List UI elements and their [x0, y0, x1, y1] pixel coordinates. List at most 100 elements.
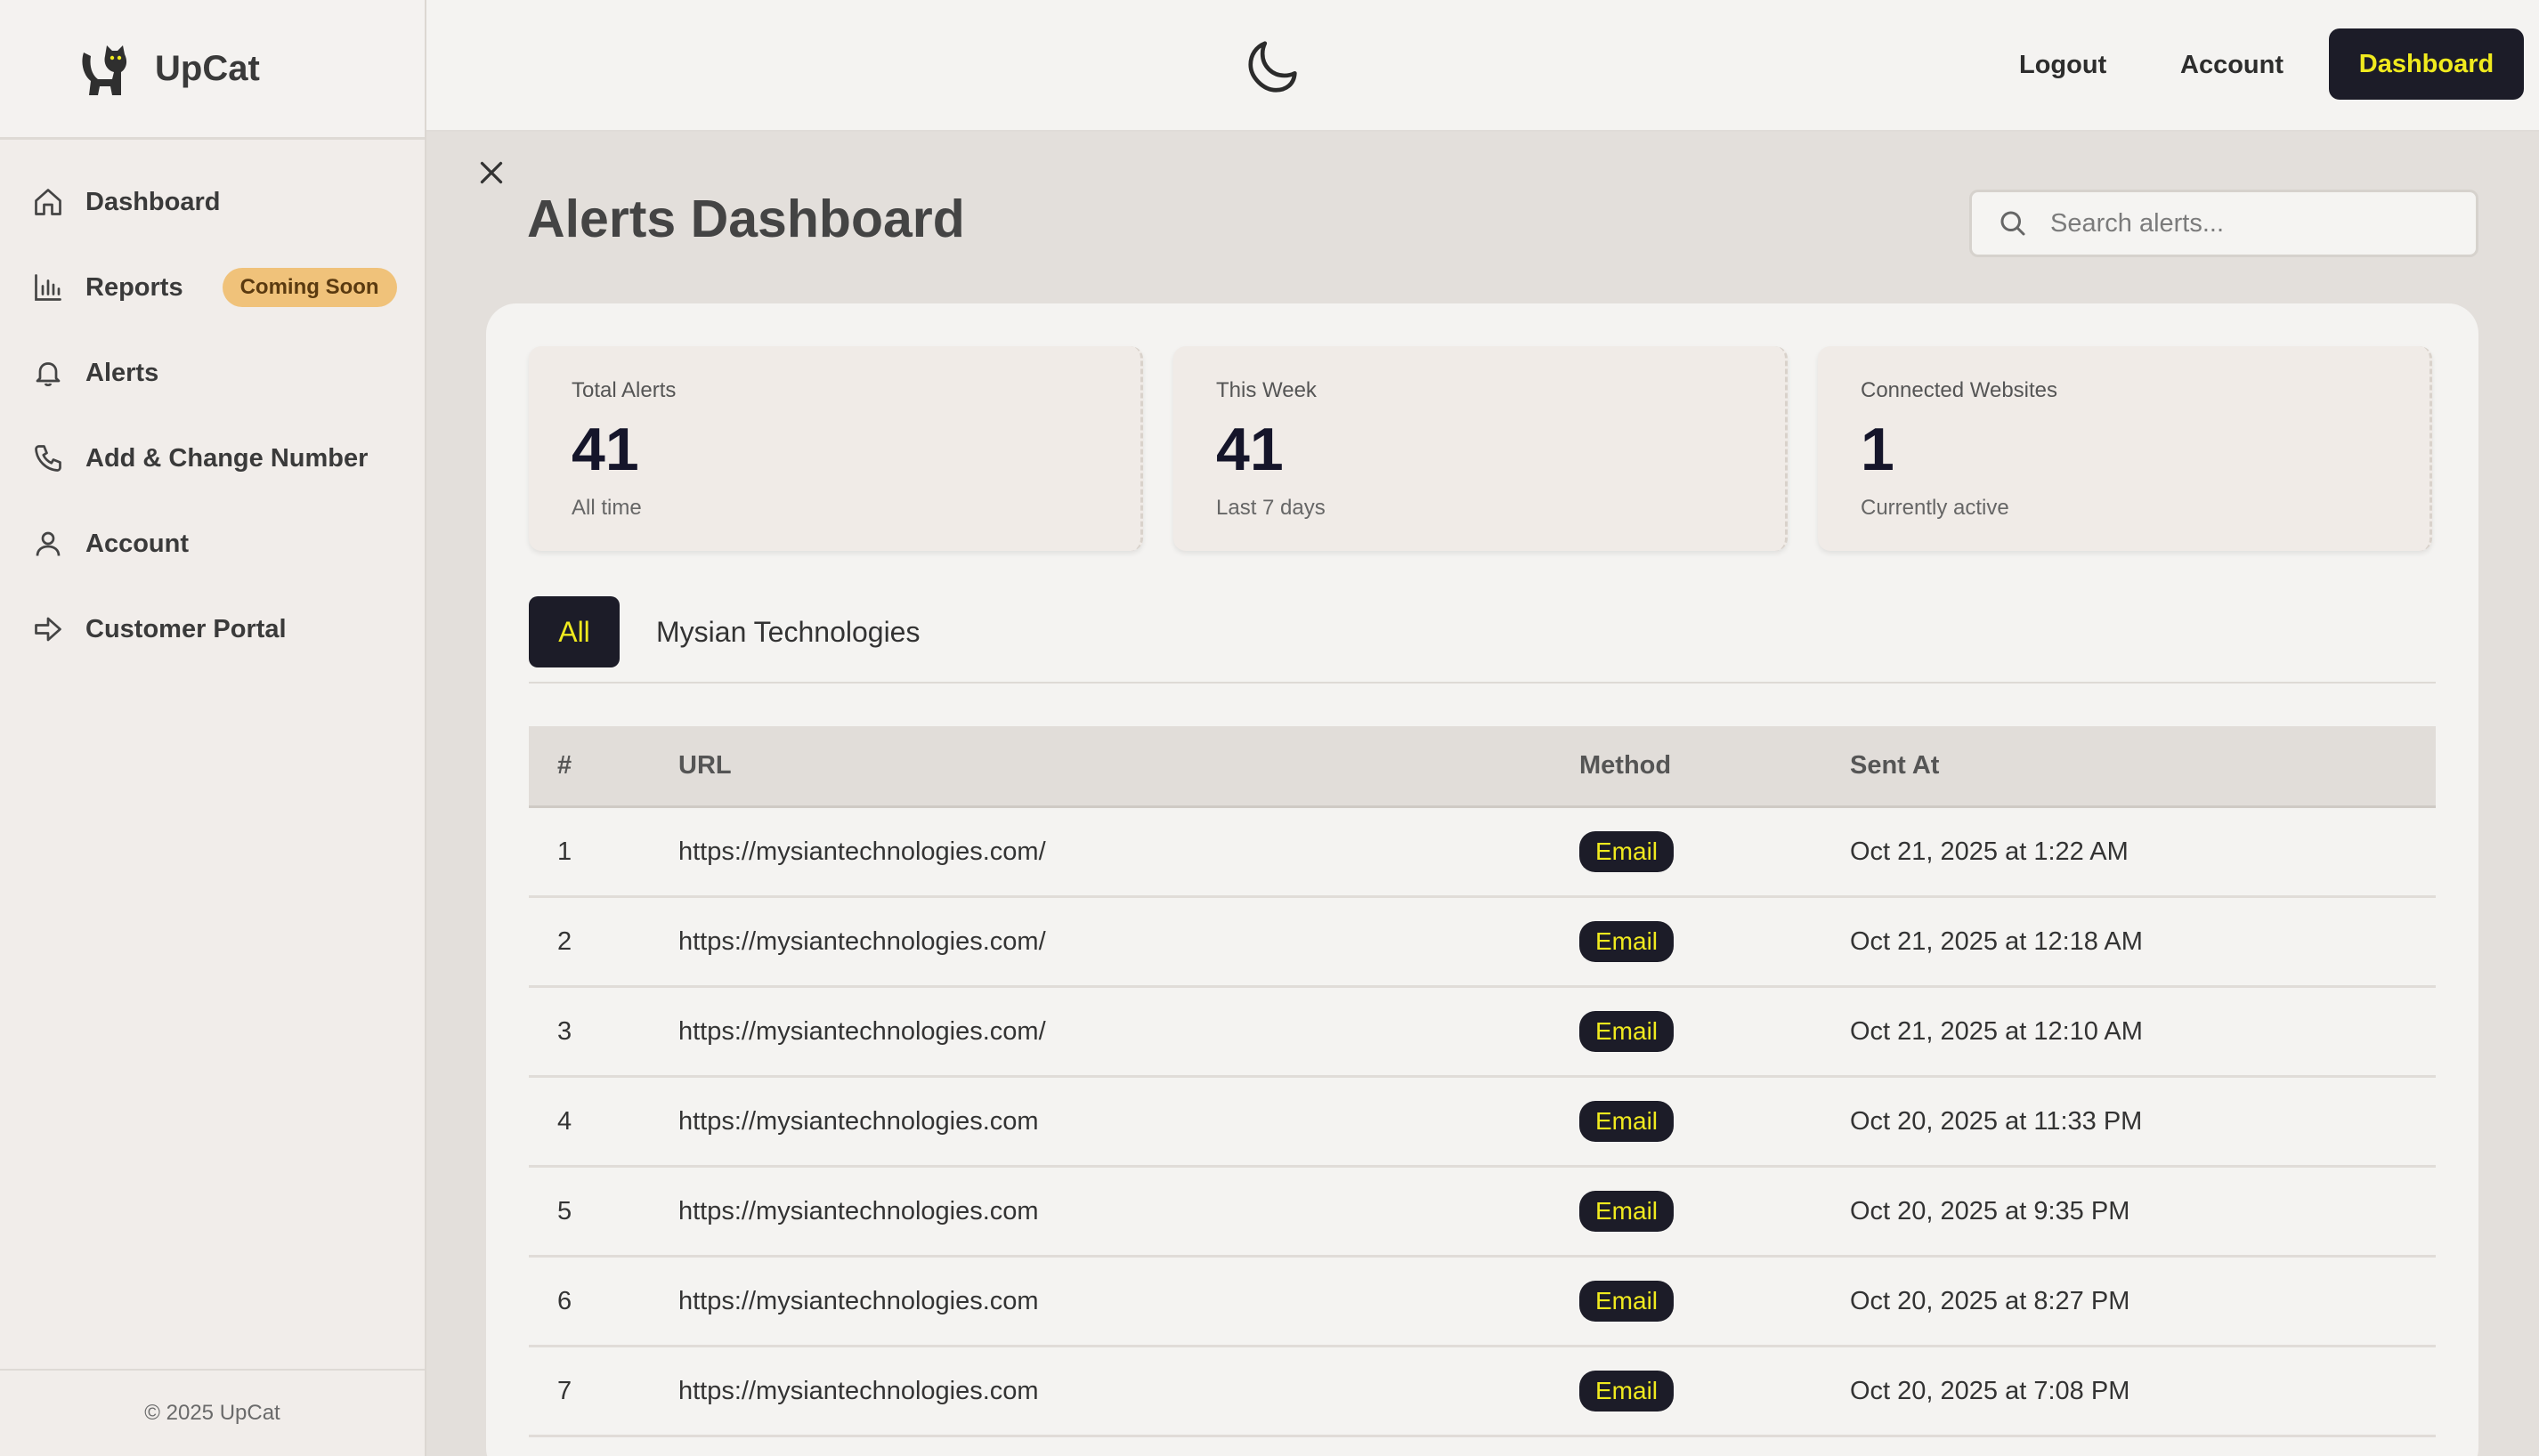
- row-url: https://mysiantechnologies.com/: [678, 926, 1046, 956]
- row-number: 2: [557, 926, 572, 956]
- sidebar-item-label: Reports: [85, 272, 183, 302]
- sidebar: UpCat Dashboard Reports Coming Soon Aler…: [0, 0, 426, 1456]
- row-sent-at: Oct 21, 2025 at 12:18 AM: [1850, 926, 2143, 956]
- method-badge: Email: [1579, 831, 1675, 872]
- method-badge: Email: [1579, 1281, 1675, 1322]
- alerts-table: # URL Method Sent At 1 https://mysiantec…: [529, 726, 2436, 1437]
- search-box[interactable]: [1969, 190, 2478, 257]
- sidebar-footer: © 2025 UpCat: [0, 1369, 425, 1456]
- tab-all[interactable]: All: [529, 596, 620, 667]
- method-badge: Email: [1579, 1011, 1675, 1052]
- account-link[interactable]: Account: [2180, 39, 2283, 91]
- stat-title: Connected Websites: [1861, 378, 2058, 402]
- site-tabs: All Mysian Technologies: [529, 596, 2436, 684]
- stat-card-total-alerts: Total Alerts 41 All time: [529, 346, 1143, 551]
- sidebar-item-label: Customer Portal: [85, 614, 287, 643]
- page-title: Alerts Dashboard: [527, 190, 965, 248]
- row-method-cell: Email: [1579, 1101, 1850, 1142]
- table-row[interactable]: 2 https://mysiantechnologies.com/ Email …: [529, 898, 2436, 988]
- topbar: Logout Account: [426, 0, 2539, 132]
- phone-icon: [35, 445, 61, 472]
- stat-title: This Week: [1216, 378, 1317, 402]
- row-number: 5: [557, 1196, 572, 1225]
- column-header-url[interactable]: URL: [678, 751, 1579, 781]
- row-url: https://mysiantechnologies.com: [678, 1196, 1039, 1225]
- row-sent-at: Oct 20, 2025 at 9:35 PM: [1850, 1196, 2130, 1225]
- sidebar-item-reports[interactable]: Reports Coming Soon: [0, 245, 425, 330]
- method-badge: Email: [1579, 921, 1675, 962]
- table-row[interactable]: 3 https://mysiantechnologies.com/ Email …: [529, 988, 2436, 1078]
- row-number: 4: [557, 1106, 572, 1136]
- sidebar-item-add-change-number[interactable]: Add & Change Number: [0, 416, 425, 501]
- alerts-panel: Total Alerts 41 All time This Week 41 La…: [486, 303, 2478, 1456]
- stats-row: Total Alerts 41 All time This Week 41 La…: [529, 346, 2432, 551]
- stat-card-this-week: This Week 41 Last 7 days: [1173, 346, 1788, 551]
- table-row[interactable]: 4 https://mysiantechnologies.com Email O…: [529, 1078, 2436, 1168]
- stat-subtitle: All time: [572, 496, 642, 520]
- dashboard-button[interactable]: Dashboard: [2329, 28, 2524, 100]
- row-method-cell: Email: [1579, 1281, 1850, 1322]
- row-number: 1: [557, 837, 572, 866]
- sidebar-item-dashboard[interactable]: Dashboard: [0, 159, 425, 245]
- bell-icon: [36, 362, 61, 387]
- stat-value: 41: [572, 416, 639, 483]
- row-method-cell: Email: [1579, 921, 1850, 962]
- search-input[interactable]: [2050, 208, 2460, 239]
- row-sent-at: Oct 21, 2025 at 12:10 AM: [1850, 1016, 2143, 1046]
- row-number: 6: [557, 1286, 572, 1315]
- row-method-cell: Email: [1579, 1191, 1850, 1232]
- sidebar-item-label: Account: [85, 529, 189, 558]
- stat-subtitle: Currently active: [1861, 496, 2009, 520]
- brand[interactable]: UpCat: [0, 0, 425, 140]
- row-url: https://mysiantechnologies.com: [678, 1106, 1039, 1136]
- row-url: https://mysiantechnologies.com/: [678, 1016, 1046, 1046]
- stat-value: 1: [1861, 416, 1894, 483]
- sidebar-nav: Dashboard Reports Coming Soon Alerts Add…: [0, 159, 425, 672]
- row-url: https://mysiantechnologies.com/: [678, 837, 1046, 866]
- sidebar-item-alerts[interactable]: Alerts: [0, 330, 425, 416]
- method-badge: Email: [1579, 1371, 1675, 1412]
- table-row[interactable]: 6 https://mysiantechnologies.com Email O…: [529, 1258, 2436, 1347]
- search-icon: [2000, 211, 2025, 236]
- bar-chart-icon: [35, 274, 61, 301]
- moon-icon[interactable]: [1243, 36, 1305, 98]
- table-row[interactable]: 7 https://mysiantechnologies.com Email O…: [529, 1347, 2436, 1437]
- row-sent-at: Oct 21, 2025 at 1:22 AM: [1850, 837, 2129, 866]
- stat-subtitle: Last 7 days: [1216, 496, 1326, 520]
- row-number: 3: [557, 1016, 572, 1046]
- sidebar-item-label: Alerts: [85, 358, 159, 387]
- row-method-cell: Email: [1579, 831, 1850, 872]
- method-badge: Email: [1579, 1101, 1675, 1142]
- row-sent-at: Oct 20, 2025 at 8:27 PM: [1850, 1286, 2130, 1315]
- tab-mysian-technologies[interactable]: Mysian Technologies: [653, 596, 922, 667]
- row-method-cell: Email: [1579, 1011, 1850, 1052]
- row-number: 7: [557, 1376, 572, 1405]
- coming-soon-badge: Coming Soon: [222, 268, 397, 307]
- stat-title: Total Alerts: [572, 378, 677, 402]
- row-url: https://mysiantechnologies.com: [678, 1376, 1039, 1405]
- column-header-number[interactable]: #: [557, 751, 707, 781]
- method-badge: Email: [1579, 1191, 1675, 1232]
- row-sent-at: Oct 20, 2025 at 7:08 PM: [1850, 1376, 2130, 1405]
- table-row[interactable]: 5 https://mysiantechnologies.com Email O…: [529, 1168, 2436, 1258]
- cat-logo-icon: [82, 45, 127, 95]
- close-icon[interactable]: [475, 157, 507, 189]
- column-header-sent-at[interactable]: Sent At: [1850, 751, 2295, 781]
- column-header-method[interactable]: Method: [1579, 751, 1850, 781]
- brand-name: UpCat: [155, 48, 260, 88]
- sidebar-item-label: Add & Change Number: [85, 443, 369, 473]
- user-icon: [36, 531, 61, 556]
- stat-card-connected-websites: Connected Websites 1 Currently active: [1818, 346, 2432, 551]
- stat-value: 41: [1216, 416, 1284, 483]
- row-sent-at: Oct 20, 2025 at 11:33 PM: [1850, 1106, 2143, 1136]
- row-method-cell: Email: [1579, 1371, 1850, 1412]
- sidebar-item-account[interactable]: Account: [0, 501, 425, 586]
- sidebar-item-customer-portal[interactable]: Customer Portal: [0, 586, 425, 672]
- sidebar-item-label: Dashboard: [85, 187, 221, 216]
- table-row[interactable]: 1 https://mysiantechnologies.com/ Email …: [529, 808, 2436, 898]
- arrow-right-icon: [35, 617, 61, 642]
- row-url: https://mysiantechnologies.com: [678, 1286, 1039, 1315]
- home-icon: [35, 189, 61, 215]
- logout-link[interactable]: Logout: [2019, 39, 2106, 91]
- table-header: # URL Method Sent At: [529, 726, 2436, 808]
